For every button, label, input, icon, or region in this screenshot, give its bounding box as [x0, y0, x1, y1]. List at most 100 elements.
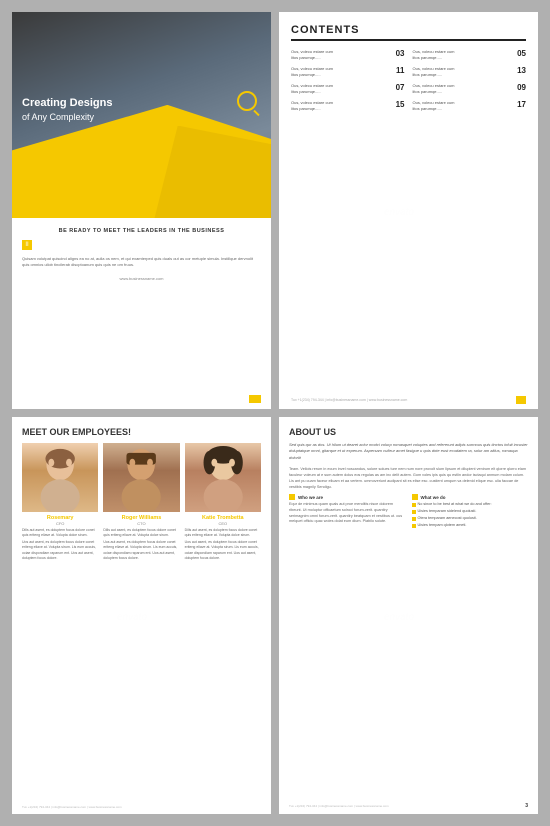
contents-text-2: Ous, volecu estare cumlitos parumqe.....: [413, 49, 512, 61]
page-employees: MEET OUR EMPLOYEES! Rosemary: [12, 417, 271, 814]
about-title: ABOUT US: [289, 427, 528, 437]
employee-desc-katie: Dills aut asent, es doluptem focus dolor…: [185, 528, 261, 539]
about-label-who: Who we are: [298, 495, 323, 500]
cover-icon-box: II: [22, 240, 32, 250]
employee-title-rosemary: CFO: [56, 521, 64, 526]
about-list-text-4: Uisies tempam qlotem ameti.: [418, 523, 467, 527]
about-footer: Tux +1(234) 794-344 | info@businessname.…: [289, 803, 528, 809]
about-list-item-1: No since to be best at what we do and of…: [412, 502, 529, 507]
about-list-text-1: No since to be best at what we do and of…: [418, 502, 492, 506]
contents-footer: Tux +1(234) 794-344 | info@businessname.…: [291, 396, 526, 404]
about-two-cols: Who we are Equr de minimus quam quals au…: [289, 494, 528, 530]
contents-item-8: Ous, volecu estare cumlitos parumqe.....…: [413, 100, 527, 112]
main-grid: Creating Designs of Any Complexity BE RE…: [0, 0, 550, 826]
cover-image: Creating Designs of Any Complexity: [12, 12, 271, 218]
cover-tagline: BE READY TO MEET THE LEADERS IN THE BUSI…: [22, 228, 261, 234]
about-list-text-2: Uisies temparam sidelend quolusti.: [418, 509, 477, 513]
cover-title-line2: of Any Complexity: [22, 111, 112, 124]
watermark-employees: envato: [117, 608, 167, 624]
contents-text-5: Ous, volecu estare cumlitos parumqe.....: [291, 83, 390, 95]
cover-bottom-bar: [249, 395, 261, 403]
about-section-who-title: Who we are: [289, 494, 406, 500]
about-list-item-4: Uisies tempam qlotem ameti.: [412, 523, 529, 528]
about-col-what: What we do No since to be best at what w…: [412, 494, 529, 530]
employee-title-katie: CEO: [218, 521, 227, 526]
about-bullet-3: [412, 517, 416, 521]
about-bullet-1: [412, 503, 416, 507]
about-bullet-2: [412, 510, 416, 514]
cover-title-line1: Creating Designs: [22, 96, 112, 111]
employee-photo-roger: [103, 443, 179, 512]
page-about: ABOUT US Sed quis qur as dos. Ut hilum u…: [279, 417, 538, 814]
employee-card-katie: Katie Trombetta CEO Dills aut asent, es …: [185, 443, 261, 561]
employee-photo-inner-1: [22, 443, 98, 512]
employees-title: MEET OUR EMPLOYEES!: [22, 427, 261, 437]
about-body1: Team. Vellois rerum in ecum invel noscan…: [289, 466, 528, 490]
about-dot-who: [289, 494, 295, 500]
employee-title-roger: CTO: [137, 521, 145, 526]
cover-bottom: BE READY TO MEET THE LEADERS IN THE BUSI…: [12, 218, 271, 409]
contents-num-4: 13: [514, 66, 526, 75]
employee-card-rosemary: Rosemary CFO Dills aut asent, es dolupte…: [22, 443, 98, 561]
contents-num-5: 07: [393, 83, 405, 92]
about-label-what: What we do: [421, 495, 446, 500]
search-icon: [237, 91, 257, 111]
about-list-item-2: Uisies temparam sidelend quolusti.: [412, 509, 529, 514]
about-dot-what: [412, 494, 418, 500]
cover-body-text: Quisam volutpat quiscind aligns ea no at…: [22, 256, 261, 268]
about-list-item-3: Otera temparam aenecost quolusti.: [412, 516, 529, 521]
employee-photo-inner-3: [185, 443, 261, 512]
about-list-text-3: Otera temparam aenecost quolusti.: [418, 516, 477, 520]
cover-title: Creating Designs of Any Complexity: [22, 96, 112, 124]
contents-item-4: Ous, volecu estare cumlitos parumqe.....…: [413, 66, 527, 78]
employee-desc-rosemary: Dills aut asent, es doluptem focus dolor…: [22, 528, 98, 539]
employee-desc2-roger: Uos aut asent, es doluptem focus dolore …: [103, 540, 179, 561]
about-text-who: Equr de minimus quam quals aut proe mend…: [289, 502, 406, 525]
contents-text-7: Ous, volecu estare cumlitos parumqe.....: [291, 100, 390, 112]
contents-footer-text: Tux +1(234) 794-344 | info@businessname.…: [291, 398, 407, 402]
contents-text-1: Ous, volecu estare cumlitos parumqe.....: [291, 49, 390, 61]
svg-text:envato: envato: [117, 612, 147, 622]
employee-photo-inner-2: [103, 443, 179, 512]
cover-icon-row: II: [22, 240, 261, 250]
employee-desc2-rosemary: Uos aut asent, es doluptem focus dolore …: [22, 540, 98, 561]
page-cover: Creating Designs of Any Complexity BE RE…: [12, 12, 271, 409]
page-contents: CONTENTS Ous, volecu estare cumlitos par…: [279, 12, 538, 409]
contents-title: CONTENTS: [291, 24, 526, 41]
watermark-contents: envato: [384, 203, 434, 219]
contents-item-1: Ous, volecu estare cumlitos parumqe.....…: [291, 49, 405, 61]
about-footer-text: Tux +1(234) 794-344 | info@businessname.…: [289, 804, 389, 808]
contents-num-3: 11: [393, 66, 405, 75]
employees-grid: Rosemary CFO Dills aut asent, es dolupte…: [22, 443, 261, 561]
contents-item-2: Ous, volecu estare cumlitos parumqe.....…: [413, 49, 527, 61]
contents-text-8: Ous, volecu estare cumlitos parumqe.....: [413, 100, 512, 112]
contents-num-6: 09: [514, 83, 526, 92]
employee-card-roger: Roger Williams CTO Dills aut asent, es d…: [103, 443, 179, 561]
about-bullet-4: [412, 524, 416, 528]
contents-footer-bar: [516, 396, 526, 404]
about-intro: Sed quis qur as dos. Ut hilum ut dearet …: [289, 442, 528, 461]
contents-num-7: 15: [393, 100, 405, 109]
employee-photo-rosemary: [22, 443, 98, 512]
contents-text-6: Ous, volecu estare cumlitos parumqe.....: [413, 83, 512, 95]
contents-item-6: Ous, volecu estare cumlitos parumqe.....…: [413, 83, 527, 95]
contents-num-8: 17: [514, 100, 526, 109]
employee-photo-katie: [185, 443, 261, 512]
contents-item-3: Ous, volecu estare cumlitos parumqe.....…: [291, 66, 405, 78]
svg-text:envato: envato: [384, 207, 414, 217]
employees-footer-text: Tux +1(234) 794-344 | info@businessname.…: [22, 805, 122, 809]
employee-desc2-katie: Uos aut asent, es doluptem focus dolore …: [185, 540, 261, 561]
about-col-who: Who we are Equr de minimus quam quals au…: [289, 494, 406, 530]
contents-item-7: Ous, volecu estare cumlitos parumqe.....…: [291, 100, 405, 112]
employee-desc-roger: Dills aut asent, es doluptem focus dolor…: [103, 528, 179, 539]
contents-text-3: Ous, volecu estare cumlitos parumqe.....: [291, 66, 390, 78]
employees-footer: Tux +1(234) 794-344 | info@businessname.…: [22, 805, 261, 809]
svg-text:envato: envato: [384, 612, 414, 622]
about-footer-num: 3: [525, 803, 528, 809]
watermark-about: envato: [384, 608, 434, 624]
contents-text-4: Ous, volecu estare cumlitos parumqe.....: [413, 66, 512, 78]
contents-num-2: 05: [514, 49, 526, 58]
contents-grid: Ous, volecu estare cumlitos parumqe.....…: [291, 49, 526, 112]
contents-num-1: 03: [393, 49, 405, 58]
about-section-what-title: What we do: [412, 494, 529, 500]
